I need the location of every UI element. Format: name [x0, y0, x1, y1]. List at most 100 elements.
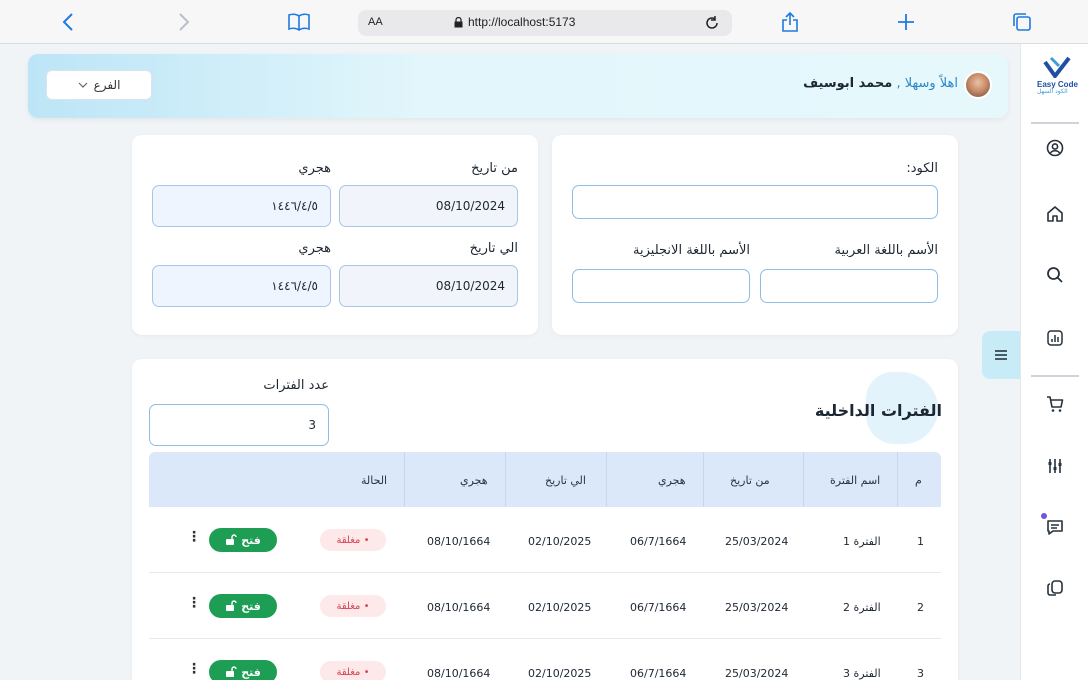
table-row: 1 الفترة 1 25/03/2024 06/7/1664 02/10/20…	[149, 508, 941, 573]
status-text: مغلقة	[336, 600, 361, 612]
col-from-header: من تاريخ	[730, 474, 770, 487]
cell-name: الفترة 2	[843, 601, 881, 614]
column-divider	[803, 452, 804, 507]
branch-select[interactable]: الفرع	[46, 70, 152, 100]
to-hijri-label: هجري	[298, 241, 331, 256]
greeting: اهلاً وسهلا , محمد ابوسيف	[803, 76, 958, 91]
avatar[interactable]	[964, 71, 992, 99]
cart-icon[interactable]	[1043, 392, 1067, 416]
chart-icon[interactable]	[1043, 326, 1067, 350]
copy-icon[interactable]	[1043, 576, 1067, 600]
app-logo[interactable]: Easy Code الكود السهل	[1035, 54, 1079, 98]
col-status-header: الحالة	[361, 474, 388, 487]
search-icon[interactable]	[1043, 263, 1067, 287]
date-card: من تاريخ 08/10/2024 هجري ١٤٤٦/٤/٥ الي تا…	[132, 135, 538, 335]
chevron-right-icon[interactable]	[172, 10, 196, 34]
text-size-button[interactable]: AA	[368, 16, 383, 28]
message-icon[interactable]	[1041, 513, 1067, 539]
status-text: مغلقة	[336, 666, 361, 678]
sidebar-divider	[1031, 122, 1079, 124]
status-badge: • مغلقة	[320, 595, 386, 617]
status-badge: • مغلقة	[320, 529, 386, 551]
table-row: 3 الفترة 3 25/03/2024 06/7/1664 02/10/20…	[149, 640, 941, 680]
status-text: مغلقة	[336, 534, 361, 546]
home-icon[interactable]	[1043, 202, 1067, 226]
more-options-icon[interactable]: ⋮	[187, 662, 201, 676]
book-icon[interactable]	[287, 10, 311, 34]
open-period-button[interactable]: فتح	[209, 528, 277, 552]
cell-from: 25/03/2024	[725, 667, 789, 680]
cell-index: 2	[917, 601, 924, 614]
name-en-label: الأسم باللغة الانجليزية	[633, 243, 750, 258]
unlock-icon	[226, 666, 237, 677]
code-label: الكود:	[906, 161, 938, 176]
tabs-icon[interactable]	[1010, 10, 1034, 34]
open-button-label: فتح	[241, 599, 261, 613]
to-hijri-input[interactable]: ١٤٤٦/٤/٥	[152, 265, 331, 307]
column-divider	[505, 452, 506, 507]
periods-count-input[interactable]: 3	[149, 404, 329, 446]
cell-index: 1	[917, 535, 924, 548]
cell-from-hijri: 06/7/1664	[630, 535, 687, 548]
status-badge: • مغلقة	[320, 661, 386, 680]
code-input[interactable]	[572, 185, 938, 219]
cell-name: الفترة 3	[843, 667, 881, 680]
cell-to: 02/10/2025	[528, 667, 592, 680]
cell-from-hijri: 06/7/1664	[630, 601, 687, 614]
more-options-icon[interactable]: ⋮	[187, 530, 201, 544]
cell-to: 02/10/2025	[528, 535, 592, 548]
logo-text-ar: الكود السهل	[1037, 88, 1068, 95]
cell-to-hijri: 08/10/1664	[427, 667, 491, 680]
col-to-hijri-header: هجري	[460, 474, 488, 487]
open-period-button[interactable]: فتح	[209, 594, 277, 618]
status-dot: •	[363, 600, 370, 612]
to-date-label: الي تاريخ	[469, 241, 518, 256]
code-card: الكود: الأسم باللغة العربية الأسم باللغة…	[552, 135, 958, 335]
name-en-input[interactable]	[572, 269, 750, 303]
periods-count-label: عدد الفترات	[263, 378, 329, 393]
top-header: الفرع اهلاً وسهلا , محمد ابوسيف	[28, 54, 1008, 118]
plus-icon[interactable]	[894, 10, 918, 34]
open-period-button[interactable]: فتح	[209, 660, 277, 680]
user-circle-icon[interactable]	[1043, 136, 1067, 160]
chevron-left-icon[interactable]	[56, 10, 80, 34]
url-text[interactable]: http://localhost:5173	[468, 15, 575, 29]
more-options-icon[interactable]: ⋮	[187, 596, 201, 610]
cell-from-hijri: 06/7/1664	[630, 667, 687, 680]
greeting-text: اهلاً وسهلا ,	[896, 76, 958, 91]
table-row: 2 الفترة 2 25/03/2024 06/7/1664 02/10/20…	[149, 574, 941, 639]
address-bar[interactable]: AA http://localhost:5173	[358, 10, 732, 36]
from-hijri-input[interactable]: ١٤٤٦/٤/٥	[152, 185, 331, 227]
cell-from: 25/03/2024	[725, 535, 789, 548]
open-button-label: فتح	[241, 533, 261, 547]
sidebar-divider	[1031, 375, 1079, 377]
unlock-icon	[226, 600, 237, 611]
status-dot: •	[363, 666, 370, 678]
notification-dot	[1041, 513, 1047, 519]
periods-table-header: م اسم الفترة من تاريخ هجري الي تاريخ هجر…	[149, 452, 941, 507]
branch-select-label: الفرع	[93, 78, 121, 92]
hamburger-icon	[995, 350, 1007, 360]
column-divider	[404, 452, 405, 507]
col-from-hijri-header: هجري	[658, 474, 686, 487]
unlock-icon	[226, 534, 237, 545]
status-dot: •	[363, 534, 370, 546]
cell-index: 3	[917, 667, 924, 680]
sliders-icon[interactable]	[1043, 454, 1067, 478]
name-ar-input[interactable]	[760, 269, 938, 303]
chevron-down-icon	[78, 80, 88, 91]
open-button-label: فتح	[241, 665, 261, 679]
share-icon[interactable]	[778, 10, 802, 34]
cell-from: 25/03/2024	[725, 601, 789, 614]
to-date-input[interactable]: 08/10/2024	[339, 265, 518, 307]
cell-name: الفترة 1	[843, 535, 881, 548]
reload-icon[interactable]	[704, 12, 720, 35]
user-name: محمد ابوسيف	[803, 76, 893, 91]
cell-to-hijri: 08/10/1664	[427, 601, 491, 614]
from-date-input[interactable]: 08/10/2024	[339, 185, 518, 227]
menu-toggle-button[interactable]	[982, 331, 1020, 379]
col-index-header: م	[915, 474, 922, 487]
col-to-header: الي تاريخ	[545, 474, 586, 487]
from-hijri-label: هجري	[298, 161, 331, 176]
name-ar-label: الأسم باللغة العربية	[834, 243, 938, 258]
